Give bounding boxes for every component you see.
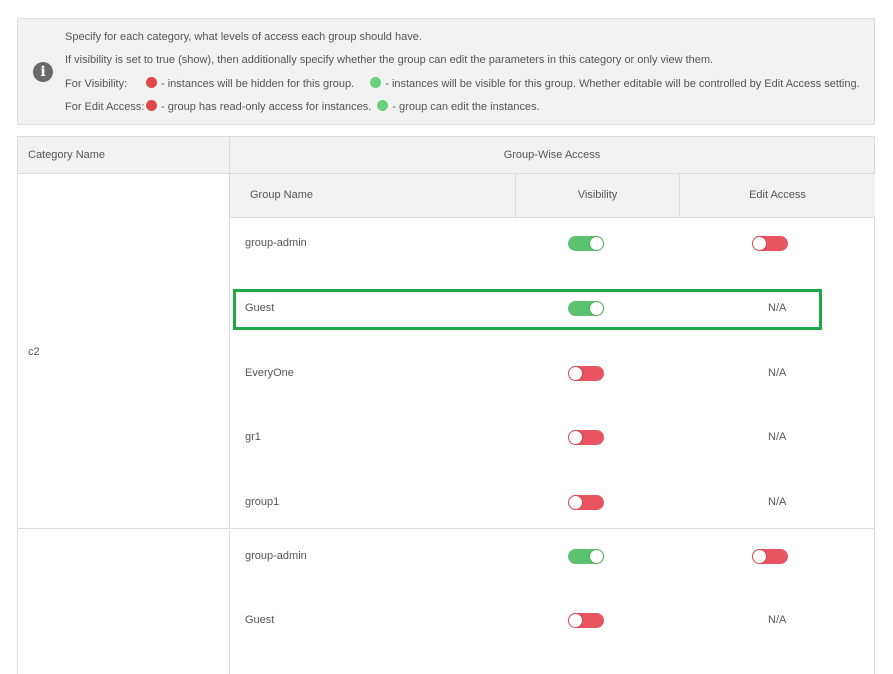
edit-can-text: - group can edit the instances. bbox=[392, 101, 540, 113]
edit-access-header: Edit Access bbox=[749, 189, 806, 201]
toggle-knob bbox=[753, 237, 766, 250]
info-icon: i bbox=[33, 62, 53, 82]
toggle-knob bbox=[590, 550, 603, 563]
category-name: c2 bbox=[28, 346, 40, 358]
edit-legend-label: For Edit Access: bbox=[65, 101, 145, 113]
group-name: group-admin bbox=[245, 550, 307, 562]
group-name: group-admin bbox=[245, 237, 307, 249]
table-header: Category Name Group-Wise Access bbox=[18, 137, 874, 174]
green-dot-icon bbox=[370, 77, 382, 88]
access-table: Category Name Group-Wise Access c2 Group… bbox=[17, 136, 875, 674]
edit-access-na: N/A bbox=[768, 614, 787, 626]
visibility-toggle[interactable] bbox=[568, 236, 604, 251]
group-row: group1 N/A bbox=[230, 493, 875, 513]
toggle-knob bbox=[753, 550, 766, 563]
visibility-hidden-text: - instances will be hidden for this grou… bbox=[161, 78, 355, 90]
info-line-visibility: For Visibility: - instances will be hidde… bbox=[65, 77, 860, 90]
visibility-visible-text: - instances will be visible for this gro… bbox=[385, 78, 860, 90]
category-name-header: Category Name bbox=[28, 149, 106, 161]
visibility-toggle[interactable] bbox=[568, 495, 604, 510]
group-row: group-admin bbox=[230, 234, 875, 254]
group-access-area: group-admin Guest N/A bbox=[229, 530, 874, 674]
info-line-2: If visibility is set to true (show), the… bbox=[65, 54, 714, 66]
group-name: EveryOne bbox=[245, 367, 294, 379]
group-access-area: Group Name Visibility Edit Access group-… bbox=[229, 174, 875, 528]
group-row: Guest N/A bbox=[230, 611, 875, 631]
toggle-knob bbox=[569, 614, 582, 627]
edit-access-na: N/A bbox=[768, 496, 787, 508]
info-box: i Specify for each category, what levels… bbox=[17, 18, 875, 125]
edit-readonly-text: - group has read-only access for instanc… bbox=[161, 101, 372, 113]
visibility-legend-label: For Visibility: bbox=[65, 78, 128, 90]
visibility-toggle[interactable] bbox=[568, 366, 604, 381]
group-name-header: Group Name bbox=[230, 174, 516, 217]
edit-access-toggle[interactable] bbox=[752, 236, 788, 251]
group-row: group-admin bbox=[230, 547, 875, 567]
visibility-toggle[interactable] bbox=[568, 430, 604, 445]
visibility-toggle[interactable] bbox=[568, 549, 604, 564]
toggle-knob bbox=[569, 367, 582, 380]
group-name: Guest bbox=[245, 614, 275, 626]
category-block: group-admin Guest N/A bbox=[18, 530, 874, 674]
green-dot-icon bbox=[377, 100, 389, 111]
group-subheader: Group Name Visibility Edit Access bbox=[230, 174, 875, 218]
info-line-1: Specify for each category, what levels o… bbox=[65, 31, 422, 43]
visibility-header: Visibility bbox=[516, 174, 680, 217]
category-block: c2 Group Name Visibility Edit Access gro… bbox=[18, 174, 875, 529]
red-dot-icon bbox=[146, 100, 157, 111]
group-row: EveryOne N/A bbox=[230, 364, 875, 384]
toggle-knob bbox=[569, 496, 582, 509]
visibility-toggle[interactable] bbox=[568, 613, 604, 628]
edit-access-na: N/A bbox=[768, 431, 787, 443]
edit-access-toggle[interactable] bbox=[752, 549, 788, 564]
highlight-box bbox=[233, 289, 822, 330]
group-name: gr1 bbox=[245, 431, 261, 443]
toggle-knob bbox=[569, 431, 582, 444]
toggle-knob bbox=[590, 237, 603, 250]
edit-access-na: N/A bbox=[768, 367, 787, 379]
group-name: group1 bbox=[245, 496, 280, 508]
group-wise-access-header: Group-Wise Access bbox=[229, 137, 874, 173]
info-line-edit: For Edit Access: - group has read-only ac… bbox=[65, 100, 540, 113]
group-row: gr1 N/A bbox=[230, 428, 875, 448]
red-dot-icon bbox=[146, 77, 157, 88]
